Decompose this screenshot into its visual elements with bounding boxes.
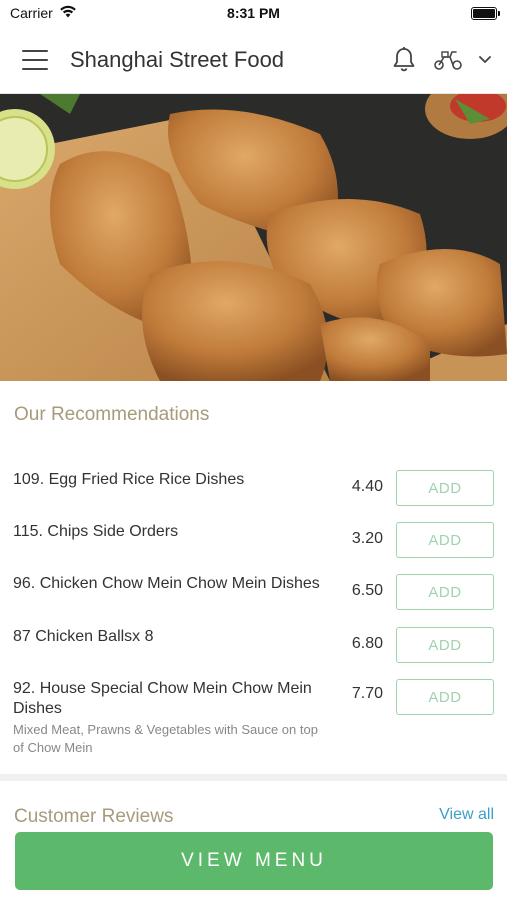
hero-image bbox=[0, 94, 507, 381]
item-name: 92. House Special Chow Mein Chow Mein Di… bbox=[13, 680, 312, 717]
reviews-title: Customer Reviews bbox=[14, 806, 174, 824]
item-price: 3.20 bbox=[351, 530, 383, 547]
status-bar: Carrier 8:31 PM bbox=[0, 0, 507, 26]
section-divider bbox=[0, 774, 507, 781]
item-text: 115. Chips Side Orders bbox=[13, 514, 333, 542]
wifi-icon bbox=[59, 5, 77, 21]
page-title: Shanghai Street Food bbox=[70, 46, 285, 72]
app-header: Shanghai Street Food bbox=[0, 26, 507, 94]
item-text: 109. Egg Fried Rice Rice Dishes bbox=[13, 462, 333, 490]
recommendations-list: 109. Egg Fried Rice Rice Dishes 4.40 ADD… bbox=[0, 462, 507, 771]
list-item: 96. Chicken Chow Mein Chow Mein Dishes 6… bbox=[0, 566, 507, 619]
list-item: 115. Chips Side Orders 3.20 ADD bbox=[0, 514, 507, 566]
item-name: 96. Chicken Chow Mein Chow Mein Dishes bbox=[13, 575, 320, 592]
battery-icon bbox=[471, 6, 500, 20]
add-button[interactable]: ADD bbox=[396, 470, 494, 506]
header-actions bbox=[391, 46, 491, 74]
carrier-label: Carrier bbox=[10, 5, 53, 21]
item-description: Mixed Meat, Prawns & Vegetables with Sau… bbox=[13, 722, 318, 755]
list-item: 92. House Special Chow Mein Chow Mein Di… bbox=[0, 671, 507, 771]
reviews-header: Customer Reviews View all bbox=[0, 806, 507, 824]
item-price: 6.50 bbox=[351, 582, 383, 599]
scooter-icon[interactable] bbox=[433, 49, 463, 71]
add-button[interactable]: ADD bbox=[396, 679, 494, 715]
item-name: 109. Egg Fried Rice Rice Dishes bbox=[13, 471, 245, 488]
view-all-link[interactable]: View all bbox=[439, 806, 494, 824]
item-name: 87 Chicken Ballsx 8 bbox=[13, 628, 154, 645]
bell-icon[interactable] bbox=[391, 46, 417, 74]
view-menu-button[interactable]: VIEW MENU bbox=[15, 832, 493, 890]
list-item: 109. Egg Fried Rice Rice Dishes 4.40 ADD bbox=[0, 462, 507, 514]
item-text: 96. Chicken Chow Mein Chow Mein Dishes bbox=[13, 566, 333, 594]
item-name: 115. Chips Side Orders bbox=[13, 523, 179, 540]
list-item: 87 Chicken Ballsx 8 6.80 ADD bbox=[0, 619, 507, 671]
item-price: 6.80 bbox=[351, 635, 383, 652]
item-price: 7.70 bbox=[351, 685, 383, 702]
add-button[interactable]: ADD bbox=[396, 574, 494, 610]
status-left: Carrier bbox=[10, 5, 77, 21]
item-text: 92. House Special Chow Mein Chow Mein Di… bbox=[13, 671, 333, 757]
recommendations-title: Our Recommendations bbox=[14, 404, 210, 425]
add-button[interactable]: ADD bbox=[396, 522, 494, 558]
chevron-down-icon[interactable] bbox=[479, 55, 491, 64]
item-text: 87 Chicken Ballsx 8 bbox=[13, 619, 333, 647]
menu-icon[interactable] bbox=[22, 49, 48, 70]
item-price: 4.40 bbox=[351, 478, 383, 495]
add-button[interactable]: ADD bbox=[396, 627, 494, 663]
